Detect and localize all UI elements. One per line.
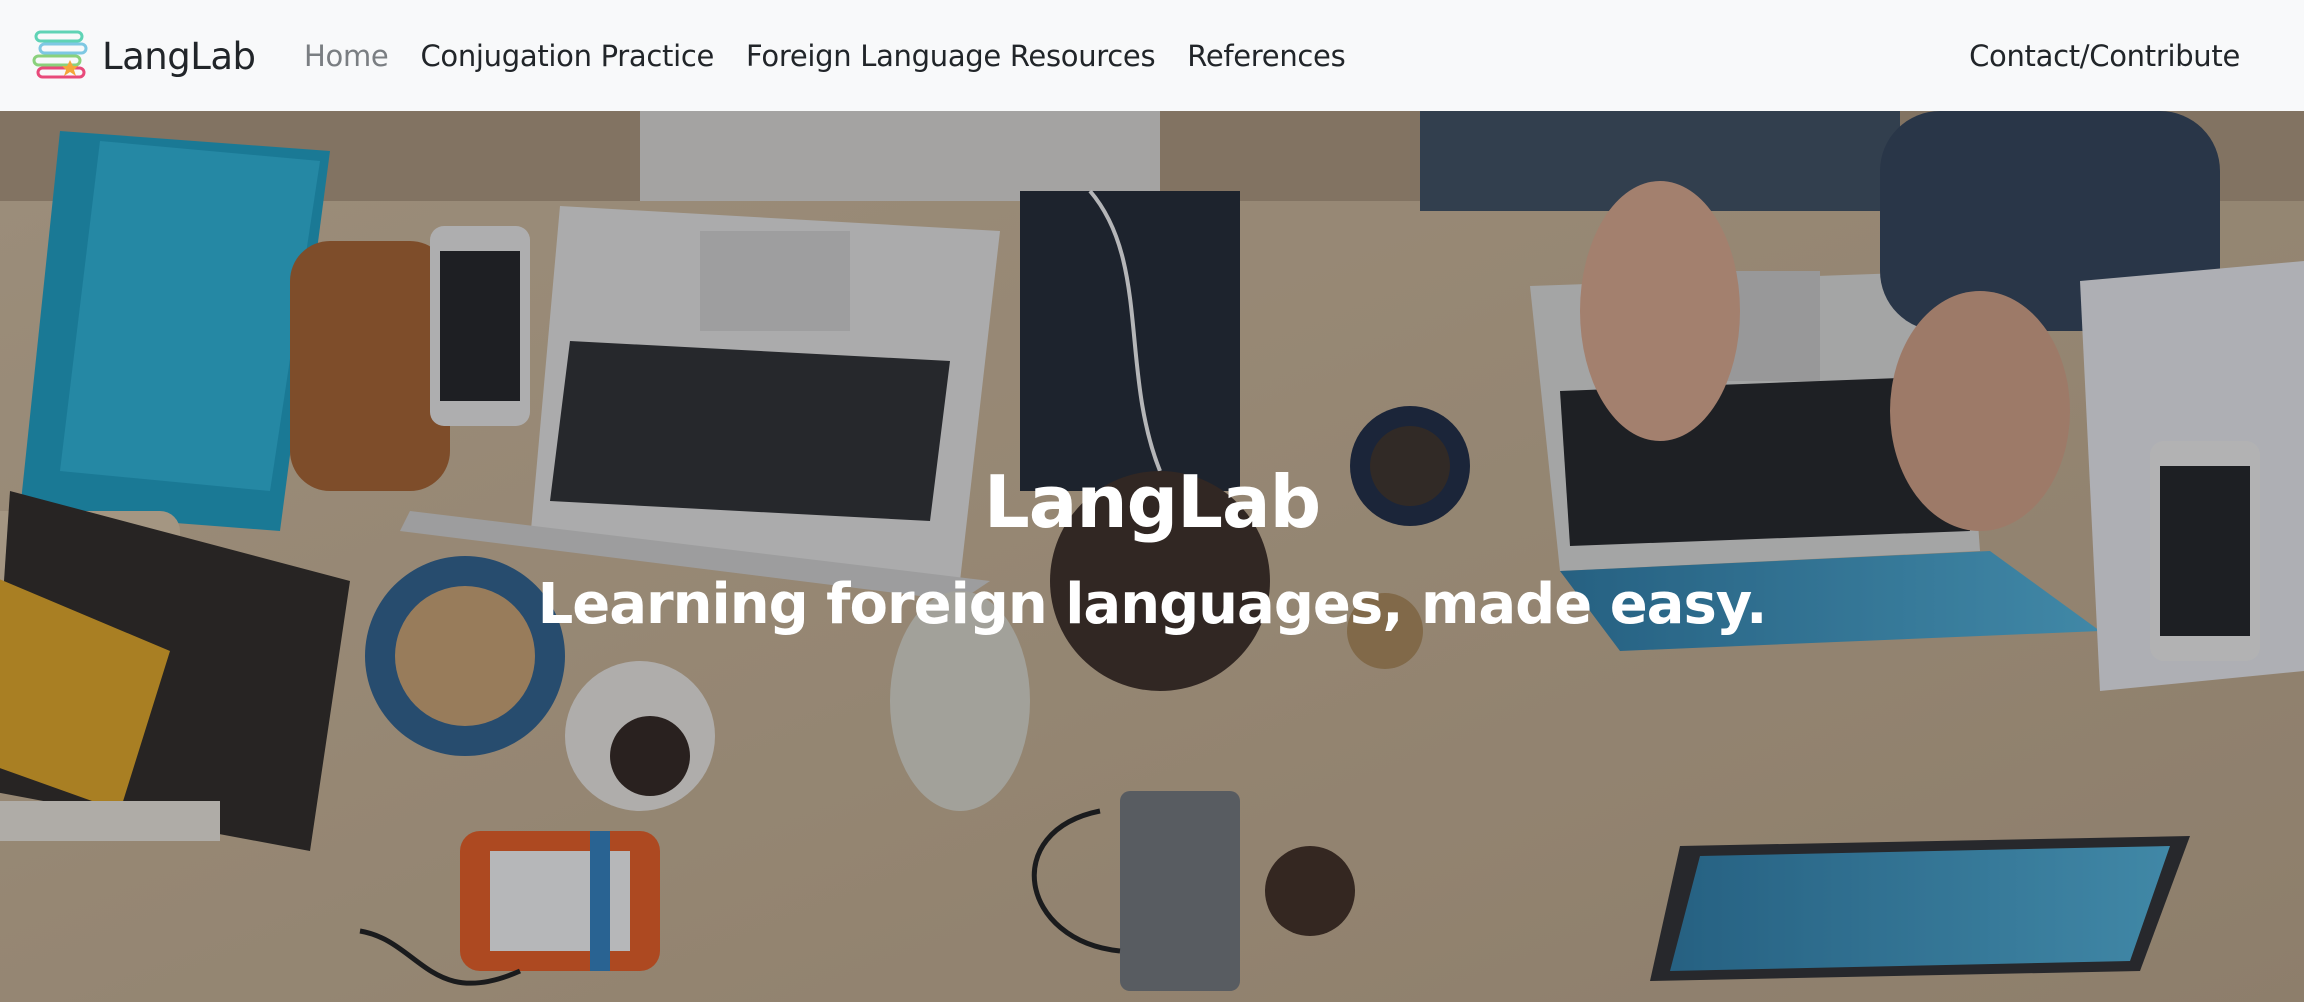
navbar: LangLab Home Conjugation Practice Foreig… xyxy=(0,0,2304,111)
nav-item-home[interactable]: Home xyxy=(288,39,404,73)
hero-title: LangLab xyxy=(983,460,1321,544)
brand-name: LangLab xyxy=(102,34,256,78)
nav-right: Contact/Contribute xyxy=(1953,0,2256,111)
nav-item-contact-contribute[interactable]: Contact/Contribute xyxy=(1953,39,2256,73)
nav-item-references[interactable]: References xyxy=(1171,39,1361,73)
books-stack-icon xyxy=(32,30,88,79)
nav-item-foreign-language-resources[interactable]: Foreign Language Resources xyxy=(730,39,1171,73)
brand-link[interactable]: LangLab xyxy=(30,24,256,88)
nav-links: Home Conjugation Practice Foreign Langua… xyxy=(288,0,1361,111)
hero-section: LangLab Learning foreign languages, made… xyxy=(0,111,2304,1002)
nav-item-conjugation-practice[interactable]: Conjugation Practice xyxy=(404,39,730,73)
hero-subtitle: Learning foreign languages, made easy. xyxy=(537,572,1768,637)
hero-overlay xyxy=(0,111,2304,1002)
